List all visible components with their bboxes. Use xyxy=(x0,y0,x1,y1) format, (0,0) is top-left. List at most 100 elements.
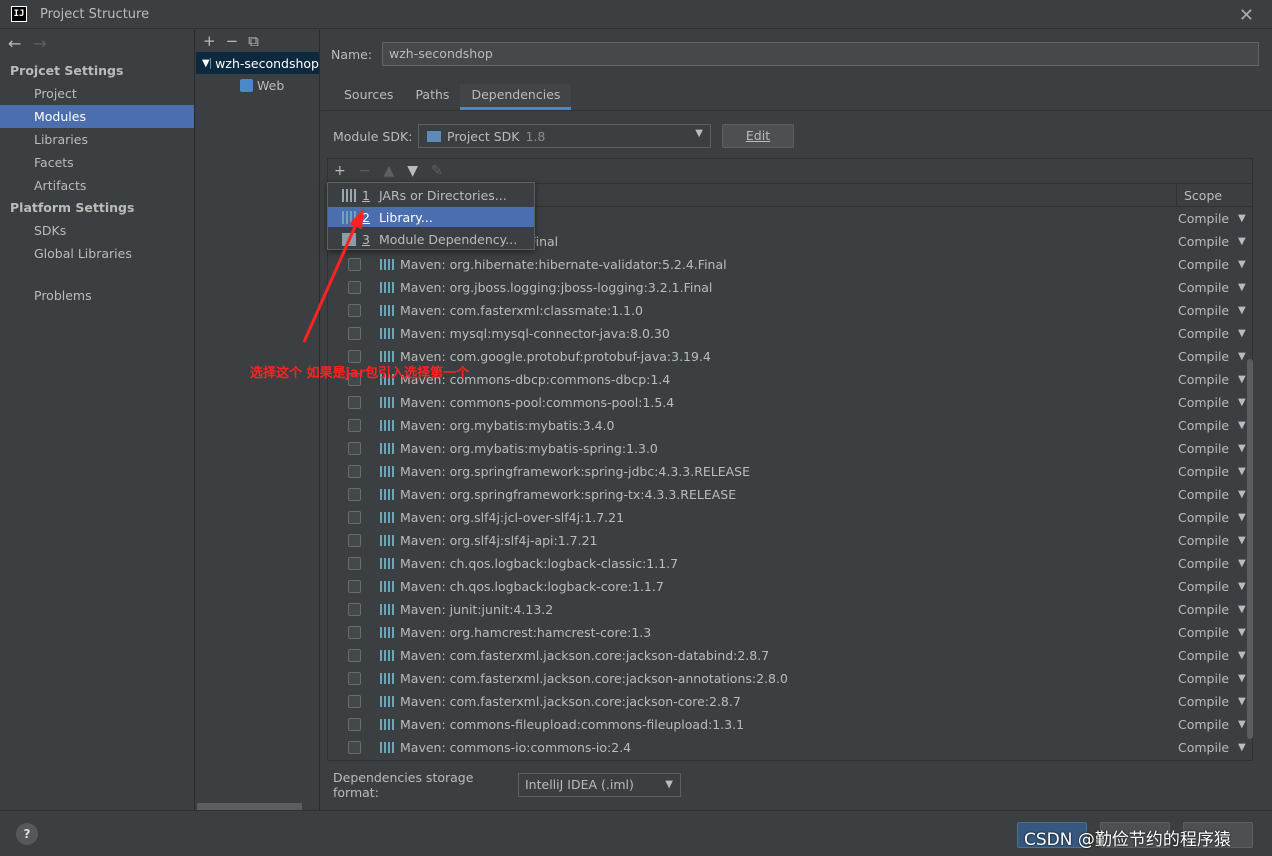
export-checkbox[interactable] xyxy=(348,626,361,639)
export-checkbox[interactable] xyxy=(348,695,361,708)
nav-item-sdks[interactable]: SDKs xyxy=(0,219,194,242)
export-checkbox[interactable] xyxy=(348,557,361,570)
dependency-scope[interactable]: Compile xyxy=(1178,713,1229,736)
dependency-row[interactable]: Maven: org.springframework:spring-tx:4.3… xyxy=(328,483,1252,506)
nav-item-facets[interactable]: Facets xyxy=(0,151,194,174)
chevron-down-icon[interactable]: ▼ xyxy=(1238,207,1246,230)
dependency-scope[interactable]: Compile xyxy=(1178,437,1229,460)
chevron-down-icon[interactable]: ▼ xyxy=(1238,736,1246,759)
chevron-down-icon[interactable]: ▼ xyxy=(1238,529,1246,552)
export-checkbox[interactable] xyxy=(348,281,361,294)
back-arrow-icon[interactable]: ← xyxy=(8,34,21,53)
chevron-down-icon[interactable]: ▼ xyxy=(1238,230,1246,253)
dependency-scope[interactable]: Compile xyxy=(1178,414,1229,437)
dependency-row[interactable]: Maven: ch.qos.logback:logback-core:1.1.7… xyxy=(328,575,1252,598)
dependency-row[interactable]: Maven: com.fasterxml.jackson.core:jackso… xyxy=(328,644,1252,667)
chevron-down-icon[interactable]: ▼ xyxy=(1238,391,1246,414)
dependency-scope[interactable]: Compile xyxy=(1178,506,1229,529)
export-checkbox[interactable] xyxy=(348,511,361,524)
dependency-scope[interactable]: Compile xyxy=(1178,299,1229,322)
dependency-scope[interactable]: Compile xyxy=(1178,598,1229,621)
chevron-down-icon[interactable]: ▼ xyxy=(1238,690,1246,713)
dependency-scope[interactable]: Compile xyxy=(1178,276,1229,299)
dependency-scope[interactable]: Compile xyxy=(1178,368,1229,391)
dependency-scope[interactable]: Compile xyxy=(1178,391,1229,414)
remove-module-icon[interactable]: − xyxy=(226,32,239,50)
dependency-scope[interactable]: Compile xyxy=(1178,253,1229,276)
dependency-row[interactable]: Maven: mysql:mysql-connector-java:8.0.30… xyxy=(328,322,1252,345)
chevron-down-icon[interactable]: ▼ xyxy=(1238,299,1246,322)
dependency-scope[interactable]: Compile xyxy=(1178,230,1229,253)
dependency-row[interactable]: Maven: commons-pool:commons-pool:1.5.4 Co… xyxy=(328,391,1252,414)
nav-item-problems[interactable]: Problems xyxy=(0,284,194,307)
copy-module-icon[interactable]: ⧉ xyxy=(248,32,259,50)
add-dependency-icon[interactable]: + xyxy=(334,163,346,179)
dependency-scope[interactable]: Compile xyxy=(1178,460,1229,483)
nav-item-modules[interactable]: Modules xyxy=(0,105,194,128)
vertical-scrollbar[interactable] xyxy=(1247,359,1253,739)
chevron-down-icon[interactable]: ▼ xyxy=(1238,368,1246,391)
chevron-down-icon[interactable]: ▼ xyxy=(1238,506,1246,529)
forward-arrow-icon[interactable]: → xyxy=(33,34,46,53)
chevron-down-icon[interactable]: ▼ xyxy=(1238,552,1246,575)
remove-dependency-icon[interactable]: − xyxy=(359,163,371,179)
dependency-scope[interactable]: Compile xyxy=(1178,483,1229,506)
export-checkbox[interactable] xyxy=(348,672,361,685)
nav-item-global-libraries[interactable]: Global Libraries xyxy=(0,242,194,265)
export-checkbox[interactable] xyxy=(348,580,361,593)
chevron-down-icon[interactable]: ▼ xyxy=(1238,575,1246,598)
help-icon[interactable]: ? xyxy=(16,823,38,845)
dependency-row[interactable]: Maven: org.mybatis:mybatis-spring:1.3.0 C… xyxy=(328,437,1252,460)
dependency-scope[interactable]: Compile xyxy=(1178,529,1229,552)
dependency-row[interactable]: Maven: org.slf4j:jcl-over-slf4j:1.7.21 Co… xyxy=(328,506,1252,529)
module-tree-root[interactable]: ▼ wzh-secondshop xyxy=(196,52,319,74)
tab-dependencies[interactable]: Dependencies xyxy=(460,84,572,110)
chevron-down-icon[interactable]: ▼ xyxy=(1238,345,1246,368)
add-module-icon[interactable]: + xyxy=(203,32,216,50)
dependency-row[interactable]: Maven: junit:junit:4.13.2 Compile ▼ xyxy=(328,598,1252,621)
chevron-down-icon[interactable]: ▼ xyxy=(1238,667,1246,690)
dependency-row[interactable]: Maven: org.mybatis:mybatis:3.4.0 Compile ▼ xyxy=(328,414,1252,437)
dependency-row[interactable]: Maven: com.fasterxml.jackson.core:jackso… xyxy=(328,667,1252,690)
dependency-scope[interactable]: Compile xyxy=(1178,644,1229,667)
dependency-scope[interactable]: Compile xyxy=(1178,207,1229,230)
nav-item-libraries[interactable]: Libraries xyxy=(0,128,194,151)
nav-item-artifacts[interactable]: Artifacts xyxy=(0,174,194,197)
dependency-scope[interactable]: Compile xyxy=(1178,575,1229,598)
dependency-row[interactable]: Maven: ch.qos.logback:logback-classic:1.… xyxy=(328,552,1252,575)
dependency-row[interactable]: Maven: org.hibernate:hibernate-validator… xyxy=(328,253,1252,276)
chevron-down-icon[interactable]: ▼ xyxy=(1238,276,1246,299)
popup-item-jars[interactable]: 1 JARs or Directories... xyxy=(328,185,534,205)
export-checkbox[interactable] xyxy=(348,718,361,731)
export-checkbox[interactable] xyxy=(348,534,361,547)
export-checkbox[interactable] xyxy=(348,488,361,501)
chevron-down-icon[interactable]: ▼ xyxy=(1238,460,1246,483)
dependency-scope[interactable]: Compile xyxy=(1178,736,1229,759)
dependency-scope[interactable]: Compile xyxy=(1178,667,1229,690)
dependency-row[interactable]: Maven: commons-io:commons-io:2.4 Compile ▼ xyxy=(328,736,1252,759)
popup-item-module-dependency[interactable]: 3 Module Dependency... xyxy=(328,229,534,249)
dependency-scope[interactable]: Compile xyxy=(1178,690,1229,713)
horizontal-scrollbar[interactable] xyxy=(197,803,302,810)
move-up-icon[interactable]: ▲ xyxy=(383,163,394,179)
chevron-down-icon[interactable]: ▼ xyxy=(1238,437,1246,460)
chevron-down-icon[interactable]: ▼ xyxy=(1238,483,1246,506)
chevron-down-icon[interactable]: ▼ xyxy=(202,58,210,69)
module-tree-web[interactable]: Web xyxy=(196,74,319,96)
module-sdk-dropdown[interactable]: Project SDK 1.8 ▼ xyxy=(418,124,711,148)
export-checkbox[interactable] xyxy=(348,258,361,271)
nav-item-project[interactable]: Project xyxy=(0,82,194,105)
scope-column-header[interactable]: Scope xyxy=(1176,184,1252,207)
dependency-scope[interactable]: Compile xyxy=(1178,345,1229,368)
chevron-down-icon[interactable]: ▼ xyxy=(1238,598,1246,621)
dependency-row[interactable]: Maven: org.hamcrest:hamcrest-core:1.3 Com… xyxy=(328,621,1252,644)
dependency-row[interactable]: Maven: org.jboss.logging:jboss-logging:3… xyxy=(328,276,1252,299)
popup-item-library[interactable]: 2 Library... xyxy=(328,207,534,227)
export-checkbox[interactable] xyxy=(348,741,361,754)
move-down-icon[interactable]: ▼ xyxy=(407,163,418,179)
chevron-down-icon[interactable]: ▼ xyxy=(1238,644,1246,667)
export-checkbox[interactable] xyxy=(348,442,361,455)
close-icon[interactable]: ✕ xyxy=(1239,5,1254,26)
export-checkbox[interactable] xyxy=(348,603,361,616)
export-checkbox[interactable] xyxy=(348,465,361,478)
